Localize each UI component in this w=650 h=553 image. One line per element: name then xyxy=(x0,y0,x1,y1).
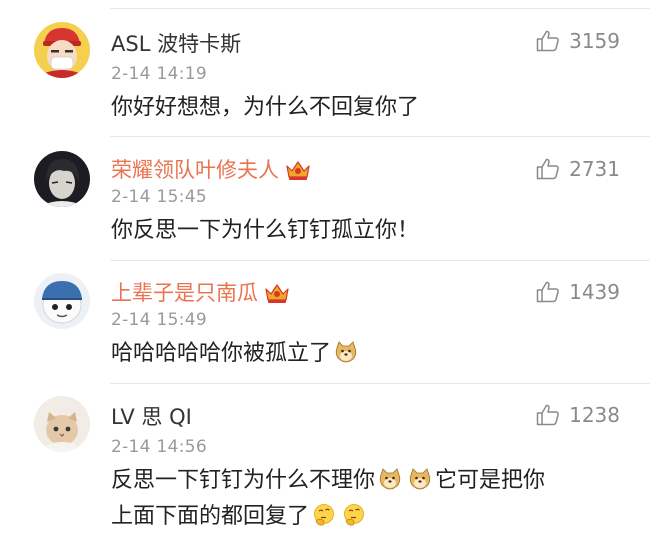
comment-text-part: 你好好想想，为什么不回复你了 xyxy=(111,95,420,120)
comment-time: 2-14 14:19 xyxy=(111,64,207,84)
like-count: 2731 xyxy=(569,157,620,181)
comment-text-part: 哈哈哈哈哈你被孤立了 xyxy=(111,341,332,366)
username-text: 上辈子是只南瓜 xyxy=(111,281,258,305)
username-text: ASL 波特卡斯 xyxy=(111,32,242,56)
username[interactable]: 上辈子是只南瓜 xyxy=(111,280,290,306)
comment-text: 你好好想想，为什么不回复你了 xyxy=(111,90,620,126)
username[interactable]: 荣耀领队叶修夫人 xyxy=(111,157,311,183)
comment-time: 2-14 14:56 xyxy=(111,437,207,457)
comment-text-part: 反思一下钉钉为什么不理你 xyxy=(111,468,376,493)
doge-emoji-icon xyxy=(379,468,401,490)
like-button[interactable]: 1238 xyxy=(536,403,620,427)
comment-text-part: 它可是把你 xyxy=(435,468,546,493)
comment-divider xyxy=(110,383,650,384)
avatar[interactable] xyxy=(34,273,90,329)
comment-text: 哈哈哈哈哈你被孤立了 xyxy=(111,336,620,372)
comment-divider xyxy=(110,260,650,261)
like-button[interactable]: 3159 xyxy=(536,29,620,53)
doge-emoji-icon xyxy=(335,341,357,363)
comment-time: 2-14 15:45 xyxy=(111,187,207,207)
thinking-emoji-icon xyxy=(314,504,334,526)
comment-text: 反思一下钉钉为什么不理你 它可是把你上面下面的都回复了 xyxy=(111,463,620,535)
like-count: 1439 xyxy=(569,280,620,304)
crown-vip-badge-icon xyxy=(265,284,289,303)
thumbs-up-icon xyxy=(536,158,560,180)
like-button[interactable]: 2731 xyxy=(536,157,620,181)
comment-text: 你反思一下为什么钉钉孤立你！ xyxy=(111,213,620,249)
thumbs-up-icon xyxy=(536,281,560,303)
avatar[interactable] xyxy=(34,151,90,207)
username-text: LV 思 QI xyxy=(111,405,192,429)
comment-time: 2-14 15:49 xyxy=(111,310,207,330)
avatar[interactable] xyxy=(34,22,90,78)
comment-text-part: 你反思一下为什么钉钉孤立你！ xyxy=(111,218,420,243)
username-text: 荣耀领队叶修夫人 xyxy=(111,158,279,182)
thumbs-up-icon xyxy=(536,30,560,52)
avatar[interactable] xyxy=(34,396,90,452)
like-count: 1238 xyxy=(569,403,620,427)
username[interactable]: LV 思 QI xyxy=(111,404,192,430)
like-count: 3159 xyxy=(569,29,620,53)
comment-divider xyxy=(110,136,650,137)
top-divider xyxy=(110,8,650,9)
thinking-emoji-icon xyxy=(344,504,364,526)
thumbs-up-icon xyxy=(536,404,560,426)
like-button[interactable]: 1439 xyxy=(536,280,620,304)
username[interactable]: ASL 波特卡斯 xyxy=(111,31,241,57)
comment-text-part: 上面下面的都回复了 xyxy=(111,504,310,529)
crown-vip-badge-icon xyxy=(286,161,310,180)
doge-emoji-icon xyxy=(409,468,431,490)
